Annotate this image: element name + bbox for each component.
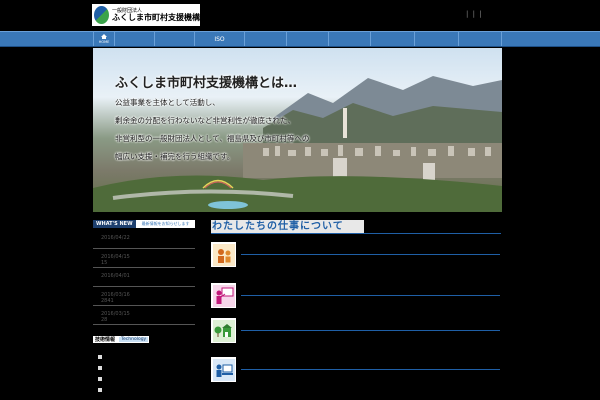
bullet-icon[interactable] — [98, 366, 102, 370]
bullet-icon[interactable] — [98, 388, 102, 392]
news-item[interactable]: 2016/04/01 — [93, 268, 195, 287]
bullet-icon[interactable] — [98, 377, 102, 381]
divider — [241, 330, 500, 331]
nav-home-label: HOME — [98, 40, 110, 44]
divider — [211, 233, 501, 234]
work-section-title: わたしたちの仕事について — [211, 220, 364, 233]
nav-item-7[interactable] — [328, 32, 370, 46]
work-item[interactable] — [211, 242, 501, 272]
divider — [241, 369, 500, 370]
nav-home[interactable]: HOME — [93, 32, 114, 46]
whats-new-subtitle: 最新情報をお知らせします — [141, 221, 190, 226]
logo-mark-icon — [94, 6, 109, 24]
nav-iso-label: ISO — [214, 35, 225, 43]
whats-new-title: WHAT'S NEW — [93, 220, 136, 228]
divider — [241, 295, 500, 296]
nav-item-5[interactable] — [244, 32, 286, 46]
work-item[interactable] — [211, 318, 501, 348]
divider — [241, 254, 500, 255]
news-item[interactable]: 2016/03/15 28 — [93, 306, 195, 325]
hero-title: ふくしま市町村支援機構とは… — [115, 76, 298, 91]
whats-new-header: WHAT'S NEW 最新情報をお知らせします — [93, 220, 195, 228]
global-nav: HOME ISO — [0, 31, 600, 47]
hero-banner: ふくしま市町村支援機構とは… 公益事業を主体として活動し、 剰余金の分配を行わな… — [93, 48, 502, 212]
news-item[interactable]: 2016/04/15 15 — [93, 249, 195, 268]
nav-item-9[interactable] — [414, 32, 458, 46]
work-item[interactable] — [211, 357, 501, 387]
hero-line-2: 剰余金の分配を行わないなど非営利性が徹底された、 — [115, 116, 295, 125]
town-icon — [211, 318, 236, 343]
tech-title: 技術情報 — [95, 337, 116, 343]
people-icon — [211, 242, 236, 267]
presentation-icon — [211, 283, 236, 308]
logo-name: ふくしま市町村支援機構 — [112, 12, 200, 22]
nav-item-10[interactable] — [458, 32, 502, 46]
hero-line-1: 公益事業を主体として活動し、 — [115, 98, 220, 107]
header-links[interactable]: | | | — [466, 10, 483, 18]
nav-item-3[interactable] — [154, 32, 194, 46]
nav-item-2[interactable] — [114, 32, 154, 46]
news-list: 2016/04/22 2016/04/15 15 2016/04/01 2016… — [93, 230, 195, 325]
nav-item-6[interactable] — [286, 32, 328, 46]
news-item[interactable]: 2016/03/16 2841 — [93, 287, 195, 306]
computer-user-icon — [211, 357, 236, 382]
hero-line-4: 幅広い支援・補完を行う組織です。 — [115, 152, 235, 161]
hero-line-3: 非営利型の一般財団法人として、福島県及び市町村等への — [115, 134, 310, 143]
nav-item-8[interactable] — [370, 32, 414, 46]
work-item[interactable] — [211, 283, 501, 313]
tech-header: 技術情報 Technology — [93, 336, 149, 343]
nav-item-iso[interactable]: ISO — [194, 32, 244, 46]
tech-subtitle: Technology — [119, 337, 149, 342]
news-item[interactable]: 2016/04/22 — [93, 230, 195, 249]
site-logo[interactable]: 一般財団法人 ふくしま市町村支援機構 — [92, 4, 200, 26]
bullet-icon[interactable] — [98, 355, 102, 359]
